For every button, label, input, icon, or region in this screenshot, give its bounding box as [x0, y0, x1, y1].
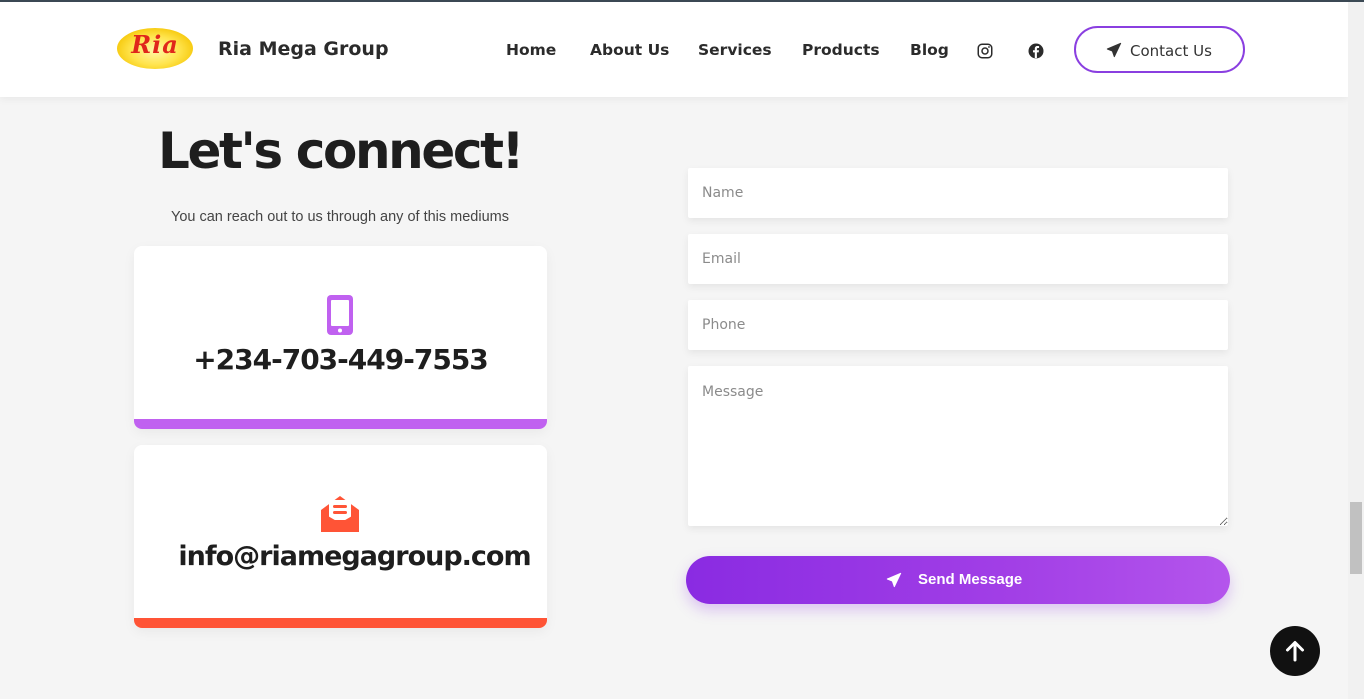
back-to-top-button[interactable] — [1270, 626, 1320, 676]
phone-field[interactable] — [688, 300, 1228, 350]
instagram-icon[interactable] — [976, 42, 994, 60]
paper-plane-icon — [1106, 42, 1122, 58]
facebook-icon[interactable] — [1027, 42, 1045, 60]
site-header: Ria Ria Mega Group Home About Us Service… — [0, 2, 1348, 97]
send-message-label: Send Message — [918, 571, 1023, 588]
logo[interactable]: Ria — [117, 28, 193, 69]
arrow-up-icon — [1286, 641, 1304, 662]
page: Ria Ria Mega Group Home About Us Service… — [0, 2, 1348, 699]
email-field[interactable] — [688, 234, 1228, 284]
nav-products[interactable]: Products — [802, 41, 880, 59]
nav-home[interactable]: Home — [506, 41, 556, 59]
nav-about-us[interactable]: About Us — [590, 41, 669, 59]
mobile-phone-icon — [327, 295, 353, 335]
phone-number[interactable]: +234-703-449-7553 — [134, 343, 547, 376]
brand-name[interactable]: Ria Mega Group — [218, 38, 389, 60]
email-card-accent-bar — [134, 618, 547, 628]
contact-us-label: Contact Us — [1130, 42, 1212, 60]
nav-services[interactable]: Services — [698, 41, 772, 59]
name-field[interactable] — [688, 168, 1228, 218]
paper-plane-icon — [886, 572, 902, 588]
logo-text: Ria — [131, 30, 179, 59]
message-field[interactable] — [688, 366, 1228, 526]
envelope-open-icon — [321, 496, 359, 532]
phone-card: +234-703-449-7553 — [134, 246, 547, 429]
contact-us-button[interactable]: Contact Us — [1074, 26, 1245, 73]
send-message-button[interactable]: Send Message — [686, 556, 1230, 604]
scrollbar-thumb[interactable] — [1350, 502, 1362, 574]
email-card: info@riamegagroup.com — [134, 445, 547, 628]
nav-blog[interactable]: Blog — [910, 41, 949, 59]
page-subtitle: You can reach out to us through any of t… — [170, 209, 509, 225]
page-title: Let's connect! — [158, 122, 524, 180]
phone-card-accent-bar — [134, 419, 547, 429]
email-address[interactable]: info@riamegagroup.com — [148, 541, 547, 572]
vertical-scrollbar[interactable] — [1348, 2, 1364, 699]
